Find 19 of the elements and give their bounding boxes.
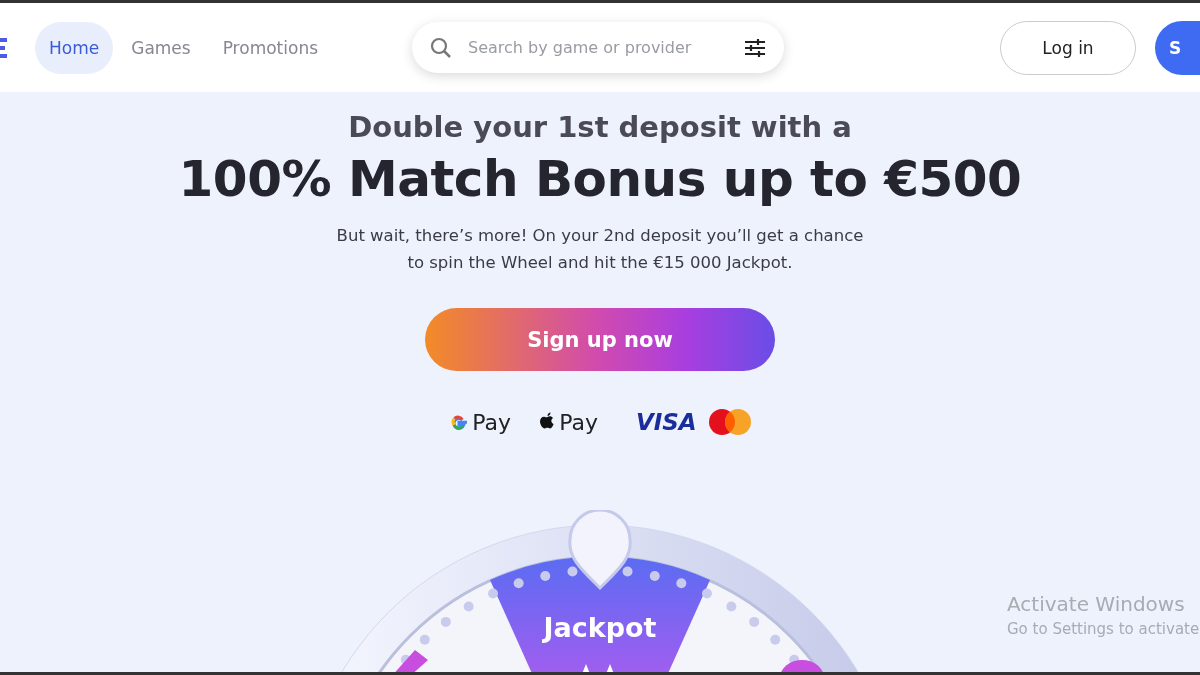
search-icon xyxy=(430,37,453,59)
nav-tab[interactable]: Games xyxy=(117,21,205,74)
visa-logo: VISA xyxy=(635,409,697,435)
wheel-segment-label: Jackpot xyxy=(543,612,657,643)
hero-kicker: Double your 1st deposit with a xyxy=(348,110,852,144)
pay-label: Pay xyxy=(472,409,512,435)
pay-label: Pay xyxy=(559,409,598,435)
signup-button[interactable]: S xyxy=(1155,20,1200,75)
signup-now-button[interactable]: Sign up now xyxy=(425,308,775,371)
mastercard-icon xyxy=(708,409,751,435)
hero-headline: 100% Match Bonus up to €500 xyxy=(178,150,1022,208)
hero-text: But wait, there’s more! On your 2nd deposit you’ll get a chance to spin the Wheel and hit the €15 000 Jackpot. xyxy=(335,225,865,274)
filter-sliders-icon[interactable] xyxy=(744,38,767,58)
nav-tab[interactable]: Home xyxy=(35,21,114,74)
activate-windows-text: Go to Settings to activate xyxy=(1007,620,1200,638)
nav-tab[interactable]: Promotions xyxy=(208,21,333,74)
activate-windows-title: Activate Windows xyxy=(1007,592,1186,616)
search-field[interactable]: Search by game or provider xyxy=(412,22,785,73)
login-button[interactable]: Log in xyxy=(1000,20,1136,75)
